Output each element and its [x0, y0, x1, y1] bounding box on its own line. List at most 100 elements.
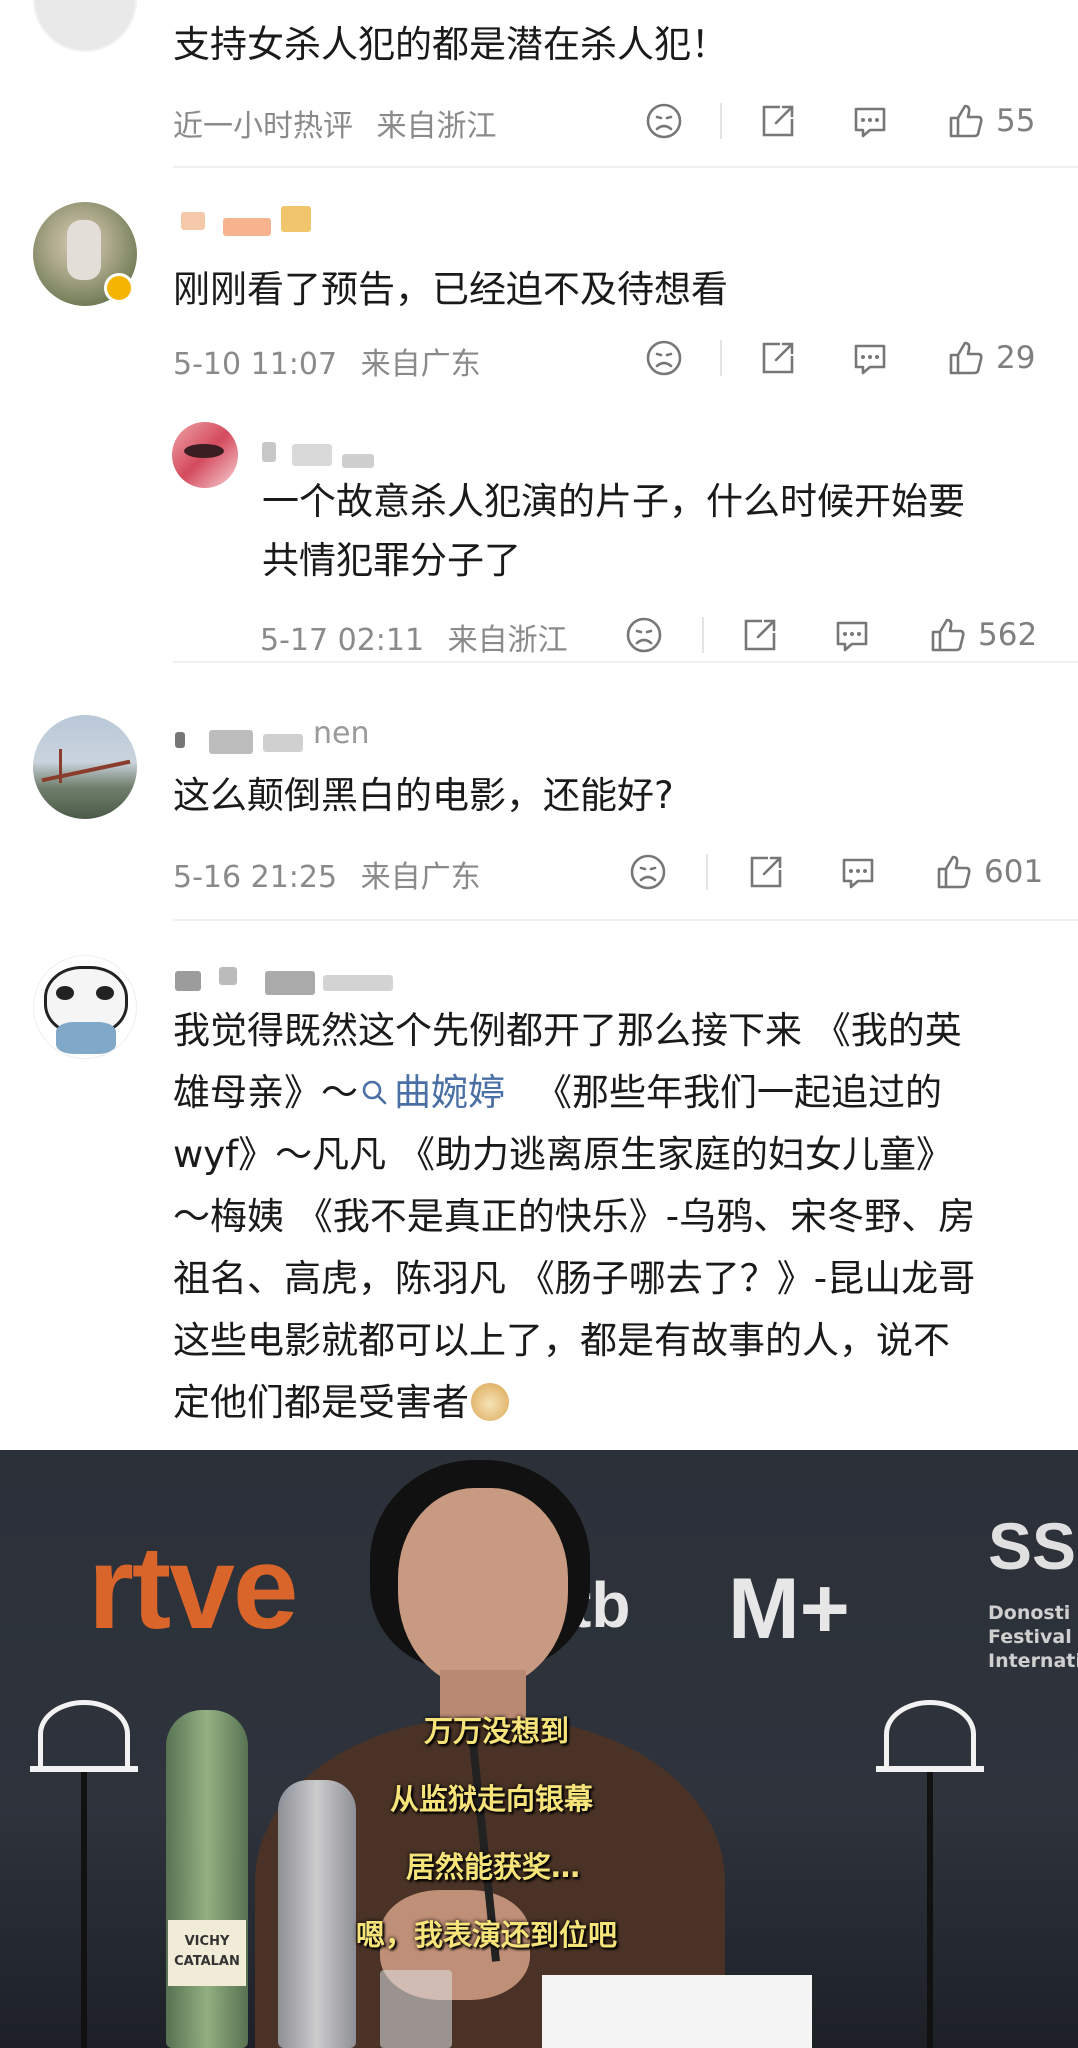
avatar-figure [67, 220, 101, 280]
comment-actions: 29 [640, 333, 1060, 383]
like-icon [949, 104, 983, 138]
comment-time: 5-10 11:07 [173, 347, 338, 382]
festival-text-3: Internati [988, 1650, 1078, 1672]
comment-location: 来自广东 [360, 347, 481, 382]
comment-text-line-5: 祖名、高虎，陈羽凡 《肠子哪去了？》-昆山龙哥 [173, 1257, 976, 1300]
comment-text: 刚刚看了预告，已经迫不及待想看 [173, 268, 728, 311]
comment-meta: 近一小时热评 来自浙江 [173, 101, 497, 145]
subtitle-line-4: 嗯，我表演还到位吧 [356, 1918, 618, 1952]
bottle-label-line-2: CATALAN [174, 1954, 240, 1969]
comment-time: 5-17 02:11 [260, 623, 425, 658]
comment-5: 我觉得既然这个先例都开了那么接下来 《我的英 雄母亲》～ 曲婉婷 《那些年我们一起追… [0, 921, 1078, 1450]
dislike-icon[interactable] [644, 96, 684, 146]
like-count: 29 [996, 340, 1036, 376]
name-card [542, 1975, 812, 2048]
like-icon [931, 618, 965, 652]
comment-text: 支持女杀人犯的都是潜在杀人犯！ [173, 23, 728, 66]
comment-text-line-2-prefix: 雄母亲》～ [173, 1071, 358, 1114]
comment-text-line-2: 共情犯罪分子了 [262, 539, 521, 582]
divider [706, 854, 708, 890]
divider [702, 617, 704, 653]
comment-actions: 55 [640, 96, 1060, 146]
comment-text-line-1: 我觉得既然这个先例都开了那么接下来 《我的英 [173, 1009, 962, 1052]
like-button[interactable]: 55 [946, 96, 1035, 146]
lamp-left [38, 1700, 130, 1768]
username-partial: nen [173, 716, 413, 754]
comment-text-line-4: ～梅姨 《我不是真正的快乐》-乌鸦、宋冬野、房 [173, 1195, 976, 1238]
comment-location: 来自浙江 [447, 623, 568, 658]
username-redacted [173, 961, 433, 995]
share-icon[interactable] [740, 610, 780, 660]
comment-actions: 601 [628, 847, 1068, 897]
comment-location: 来自浙江 [376, 109, 497, 144]
divider [720, 103, 722, 139]
username-redacted [262, 438, 402, 472]
comment-meta: 5-17 02:11 来自浙江 [260, 615, 568, 659]
press-conference-photo[interactable]: rtve tb M+ SS Donosti Festival Internati… [0, 1450, 1078, 2048]
dislike-icon[interactable] [644, 333, 684, 383]
comment-1: 支持女杀人犯的都是潜在杀人犯！ 近一小时热评 来自浙江 55 [0, 0, 1078, 168]
comment-text: 这么颠倒黑白的电影，还能好? [173, 774, 674, 817]
search-icon [362, 1080, 387, 1105]
share-icon[interactable] [758, 333, 798, 383]
subtitle-line-1: 万万没想到 [424, 1714, 570, 1748]
username-fragment: nen [313, 716, 370, 751]
comment-time: 近一小时热评 [173, 109, 353, 144]
reply-icon[interactable] [832, 610, 872, 660]
comment-location: 来自广东 [360, 860, 481, 895]
ss-festival-logo: SS [988, 1509, 1077, 1583]
comment-text-line-2: 雄母亲》～ 曲婉婷 《那些年我们一起追过的 [173, 1062, 942, 1124]
comment-text-line-7: 定他们都是受害者 [173, 1372, 509, 1434]
avatar[interactable] [33, 955, 137, 1059]
bottle-label: VICHY CATALAN [168, 1920, 246, 1986]
lamp-right [884, 1700, 976, 1768]
like-count: 601 [984, 854, 1044, 890]
like-count: 562 [978, 617, 1038, 653]
comment-2: 刚刚看了预告，已经迫不及待想看 5-10 11:07 来自广东 29 [0, 168, 1078, 408]
water-bottle-glass [166, 1710, 248, 2048]
comment-meta: 5-16 21:25 来自广东 [173, 852, 481, 896]
water-bottle-plastic [278, 1780, 356, 2048]
username-redacted [173, 204, 323, 238]
rtve-logo: rtve [88, 1522, 298, 1654]
movistar-plus-logo: M+ [728, 1561, 850, 1657]
comment-3-reply: 一个故意杀人犯演的片子，什么时候开始要 共情犯罪分子了 5-17 02:11 来… [0, 408, 1078, 663]
doge-emoji-icon [471, 1383, 509, 1421]
comment-4: nen 这么颠倒黑白的电影，还能好? 5-16 21:25 来自广东 601 [0, 663, 1078, 921]
like-button[interactable]: 29 [946, 333, 1035, 383]
verified-badge-icon [104, 273, 134, 303]
subtitle-line-2: 从监狱走向银幕 [390, 1782, 594, 1816]
comment-text-line-7-label: 定他们都是受害者 [173, 1381, 469, 1424]
festival-text-1: Donosti [988, 1602, 1071, 1624]
subtitle-line-3: 居然能获奖… [406, 1850, 581, 1884]
mention-link-label: 曲婉婷 [394, 1071, 505, 1114]
avatar-bridge [41, 759, 131, 783]
share-icon[interactable] [746, 847, 786, 897]
comment-text-line-2-suffix: 《那些年我们一起追过的 [535, 1071, 942, 1114]
comment-time: 5-16 21:25 [173, 860, 338, 895]
festival-text-2: Festival [988, 1626, 1072, 1648]
reply-icon[interactable] [850, 333, 890, 383]
person-face [398, 1488, 568, 1688]
avatar-figure [184, 444, 224, 458]
water-glass [380, 1970, 452, 2048]
reply-icon[interactable] [838, 847, 878, 897]
dislike-icon[interactable] [624, 610, 664, 660]
comment-text-line-6: 这些电影就都可以上了，都是有故事的人，说不 [173, 1319, 950, 1362]
avatar[interactable] [172, 422, 238, 488]
like-button[interactable]: 601 [934, 847, 1043, 897]
share-icon[interactable] [758, 96, 798, 146]
reply-icon[interactable] [850, 96, 890, 146]
avatar[interactable] [33, 715, 137, 819]
avatar[interactable] [33, 0, 137, 52]
like-button[interactable]: 562 [928, 610, 1037, 660]
divider [720, 340, 722, 376]
dislike-icon[interactable] [628, 847, 668, 897]
comment-text-line-1: 一个故意杀人犯演的片子，什么时候开始要 [262, 480, 965, 523]
mention-link[interactable]: 曲婉婷 [358, 1071, 505, 1114]
like-count: 55 [996, 103, 1036, 139]
like-icon [937, 855, 971, 889]
comment-meta: 5-10 11:07 来自广东 [173, 339, 481, 383]
bottle-label-line-1: VICHY [184, 1934, 230, 1949]
comment-actions: 562 [624, 610, 1064, 660]
